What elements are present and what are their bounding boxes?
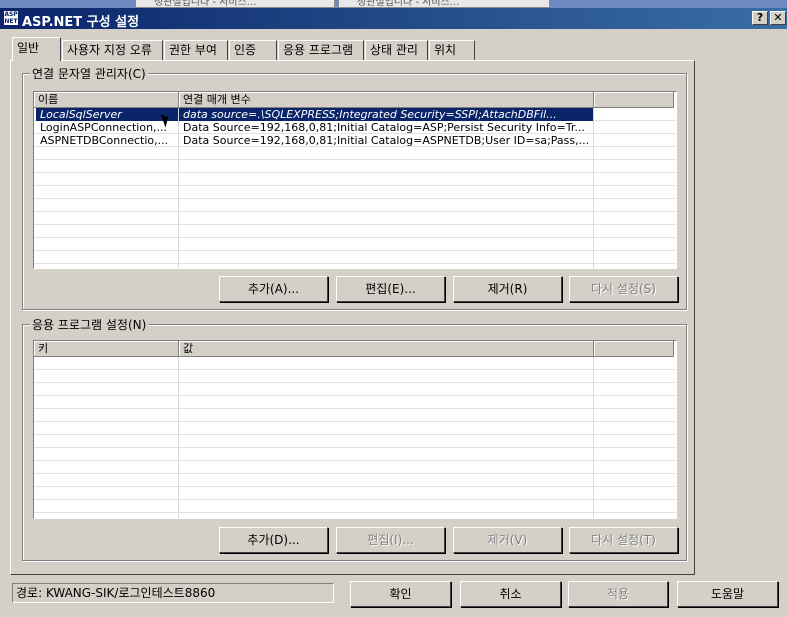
reset-connection-button[interactable]: 다시 설정(S) xyxy=(569,276,678,302)
background-window-tab[interactable]: 정관설입니다 - 서비스... xyxy=(338,0,550,8)
grid-header: 이름 연결 매개 변수 xyxy=(34,92,674,108)
tab-general[interactable]: 일반 xyxy=(12,37,61,61)
row-name-cell: LocalSqlServer xyxy=(36,108,178,121)
window-title: ASP.NET 구성 설정 xyxy=(22,15,140,30)
add-connection-button[interactable]: 추가(A)... xyxy=(219,276,328,302)
help-footer-button[interactable]: 도움말 xyxy=(677,581,778,607)
column-header-name[interactable]: 이름 xyxy=(34,92,179,107)
app-settings-grid[interactable]: 키 값 xyxy=(33,340,677,519)
row-params-cell: Data Source=192,168,0,81;Initial Catalog… xyxy=(183,121,585,134)
row-params-cell: Data Source=192,168,0,81;Initial Catalog… xyxy=(183,134,590,147)
grid-rows xyxy=(34,357,676,518)
cancel-button[interactable]: 취소 xyxy=(460,581,561,607)
table-row[interactable]: LoginASPConnection,... Data Source=192,1… xyxy=(34,121,674,134)
edit-setting-button[interactable]: 편집(I)... xyxy=(336,527,445,553)
help-button[interactable]: ? xyxy=(752,11,768,25)
apply-button[interactable]: 적용 xyxy=(568,581,668,607)
grid-header: 키 값 xyxy=(34,341,674,357)
row-name-cell: ASPNETDBConnectio,... xyxy=(40,134,169,147)
reset-setting-button[interactable]: 다시 설정(T) xyxy=(569,527,678,553)
edit-connection-button[interactable]: 편집(E)... xyxy=(336,276,445,302)
connection-strings-group-title: 연결 문자열 관리자(C) xyxy=(30,65,148,82)
aspnet-icon: ASP NET xyxy=(3,10,19,26)
remove-setting-button[interactable]: 제거(V) xyxy=(453,527,562,553)
background-window-tab[interactable]: 정관설입니다 - 서비스... xyxy=(135,0,335,8)
title-bar[interactable]: ASP NET ASP.NET 구성 설정 xyxy=(0,8,787,30)
app-settings-group-title: 응용 프로그램 설정(N) xyxy=(30,316,149,333)
tab-authentication[interactable]: 인증 xyxy=(229,40,277,60)
table-row[interactable]: ASPNETDBConnectio,... Data Source=192,16… xyxy=(34,134,674,147)
ok-button[interactable]: 확인 xyxy=(350,581,451,607)
column-header-key[interactable]: 키 xyxy=(34,341,179,356)
tab-state-management[interactable]: 상태 관리 xyxy=(365,40,428,60)
column-header-empty[interactable] xyxy=(594,341,674,356)
column-header-params[interactable]: 연결 매개 변수 xyxy=(179,92,594,107)
table-row[interactable]: LocalSqlServer data source=.\SQLEXPRESS;… xyxy=(34,108,674,121)
column-header-value[interactable]: 값 xyxy=(179,341,594,356)
add-setting-button[interactable]: 추가(D)... xyxy=(219,527,328,553)
column-header-empty[interactable] xyxy=(594,92,674,107)
status-path: 경로: KWANG-SIK/로그인테스트8860 xyxy=(12,583,334,603)
row-name-cell: LoginASPConnection,... xyxy=(40,121,168,134)
tab-custom-errors[interactable]: 사용자 지정 오류 xyxy=(62,40,163,60)
tab-application[interactable]: 응용 프로그램 xyxy=(278,40,364,60)
tab-location[interactable]: 위치 xyxy=(429,40,475,60)
close-button[interactable]: ✕ xyxy=(770,11,786,25)
connection-strings-grid[interactable]: 이름 연결 매개 변수 LocalSqlServer data source=.… xyxy=(33,91,677,269)
grid-rows: LocalSqlServer data source=.\SQLEXPRESS;… xyxy=(34,108,676,268)
row-params-cell: data source=.\SQLEXPRESS;Integrated Secu… xyxy=(179,108,593,121)
tab-authorization[interactable]: 권한 부여 xyxy=(164,40,228,60)
remove-connection-button[interactable]: 제거(R) xyxy=(453,276,562,302)
